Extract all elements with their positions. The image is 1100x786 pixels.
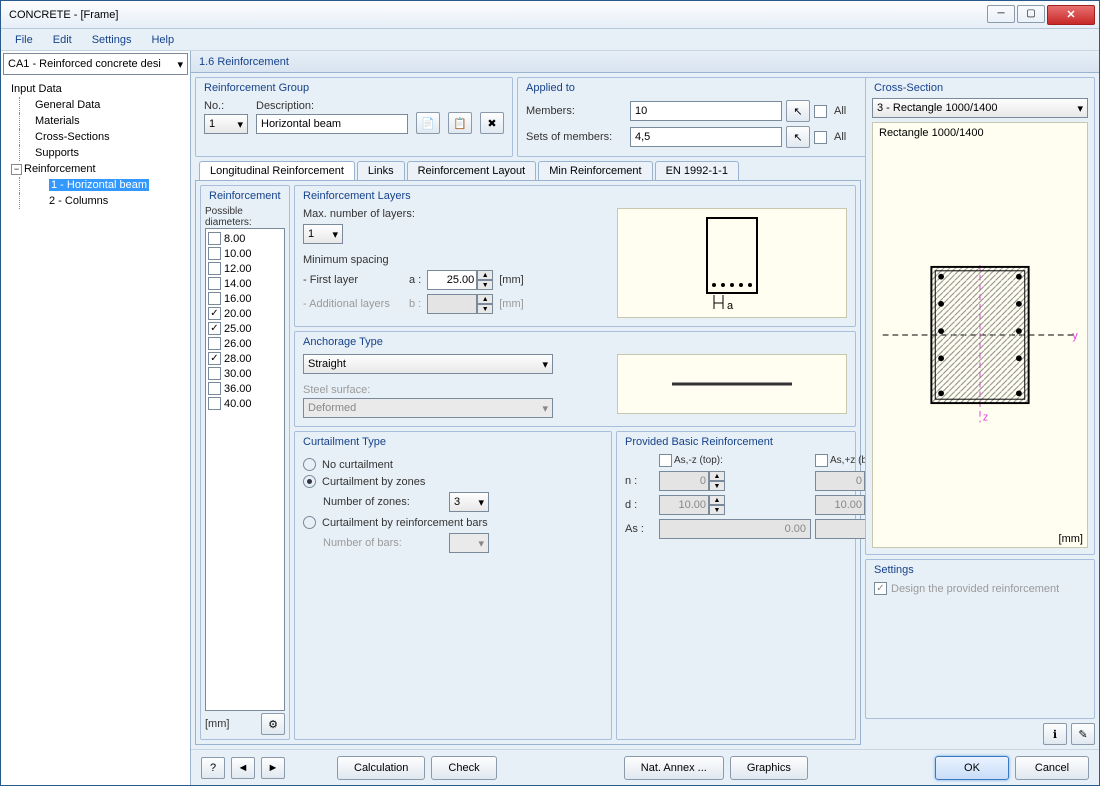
new-icon[interactable]: 📄: [416, 112, 440, 134]
diameter-row[interactable]: 10.00: [208, 246, 282, 261]
minimize-button[interactable]: ─: [987, 5, 1015, 23]
close-button[interactable]: ✕: [1047, 5, 1095, 25]
as-bot-check[interactable]: [815, 454, 828, 467]
all-sets-check[interactable]: [814, 131, 827, 144]
window-title: CONCRETE - [Frame]: [5, 9, 987, 21]
d-top: ▲▼: [659, 495, 811, 515]
cross-section-preview: Rectangle 1000/1400 y z: [872, 122, 1088, 548]
tree-item[interactable]: Supports: [3, 145, 188, 161]
group-title: Reinforcement Group: [204, 82, 309, 94]
page-title: 1.6 Reinforcement: [191, 51, 1099, 73]
nbars-select: [449, 533, 489, 553]
diameter-row[interactable]: 16.00: [208, 291, 282, 306]
cs-info-icon[interactable]: ℹ: [1043, 723, 1067, 745]
tab-min[interactable]: Min Reinforcement: [538, 161, 652, 180]
addl-layer-spacing: ▲▼: [427, 294, 493, 314]
tree-item[interactable]: 2 - Columns: [3, 193, 188, 209]
diameter-row[interactable]: ✓25.00: [208, 321, 282, 336]
diameter-row[interactable]: 30.00: [208, 366, 282, 381]
graphics-button[interactable]: Graphics: [730, 756, 808, 780]
tree-item[interactable]: Materials: [3, 113, 188, 129]
diameter-row[interactable]: 40.00: [208, 396, 282, 411]
diameter-list[interactable]: 8.0010.0012.0014.0016.00✓20.00✓25.0026.0…: [205, 228, 285, 711]
diameter-row[interactable]: 36.00: [208, 381, 282, 396]
tab-layout[interactable]: Reinforcement Layout: [407, 161, 537, 180]
diameter-row[interactable]: 12.00: [208, 261, 282, 276]
as-top-check[interactable]: [659, 454, 672, 467]
diameter-row[interactable]: ✓20.00: [208, 306, 282, 321]
group-no-select[interactable]: 1: [204, 114, 248, 134]
first-layer-spacing[interactable]: ▲▼: [427, 270, 493, 290]
tree-root[interactable]: Input Data: [3, 81, 188, 97]
diameter-row[interactable]: 8.00: [208, 231, 282, 246]
cross-section-select[interactable]: 3 - Rectangle 1000/1400: [872, 98, 1088, 118]
tab-longitudinal[interactable]: Longitudinal Reinforcement: [199, 161, 355, 180]
svg-text:y: y: [1072, 330, 1078, 342]
curt-bars-radio[interactable]: [303, 516, 316, 529]
check-button[interactable]: Check: [431, 756, 496, 780]
diameter-settings-icon[interactable]: ⚙: [261, 713, 285, 735]
ok-button[interactable]: OK: [935, 756, 1009, 780]
help-icon[interactable]: ?: [201, 757, 225, 779]
svg-text:z: z: [983, 412, 988, 424]
menu-file[interactable]: File: [7, 32, 41, 48]
members-input[interactable]: [630, 101, 782, 121]
tree-item[interactable]: General Data: [3, 97, 188, 113]
diameter-row[interactable]: ✓28.00: [208, 351, 282, 366]
applied-title: Applied to: [526, 82, 575, 94]
calculation-button[interactable]: Calculation: [337, 756, 425, 780]
pick-sets-icon[interactable]: ↖: [786, 126, 810, 148]
diameter-row[interactable]: 26.00: [208, 336, 282, 351]
n-top: ▲▼: [659, 471, 811, 491]
pick-members-icon[interactable]: ↖: [786, 100, 810, 122]
nav-tree: Input Data General Data Materials Cross-…: [1, 77, 190, 785]
copy-icon[interactable]: 📋: [448, 112, 472, 134]
design-provided-check: ✓: [874, 582, 887, 595]
curt-none-radio[interactable]: [303, 458, 316, 471]
next-icon[interactable]: ►: [261, 757, 285, 779]
tab-en1992[interactable]: EN 1992-1-1: [655, 161, 739, 180]
tree-reinforcement[interactable]: −Reinforcement: [3, 161, 188, 177]
steel-surface-select: Deformed: [303, 398, 553, 418]
max-layers-select[interactable]: 1: [303, 224, 343, 244]
cs-edit-icon[interactable]: ✎: [1071, 723, 1095, 745]
delete-icon[interactable]: ✖: [480, 112, 504, 134]
sets-input[interactable]: [630, 127, 782, 147]
menu-edit[interactable]: Edit: [45, 32, 80, 48]
nat-annex-button[interactable]: Nat. Annex ...: [624, 756, 724, 780]
tab-links[interactable]: Links: [357, 161, 405, 180]
menu-settings[interactable]: Settings: [84, 32, 140, 48]
diameter-row[interactable]: 14.00: [208, 276, 282, 291]
maximize-button[interactable]: ▢: [1017, 5, 1045, 23]
group-desc-input[interactable]: [256, 114, 408, 134]
cancel-button[interactable]: Cancel: [1015, 756, 1089, 780]
as-top-val: [659, 519, 811, 539]
anchorage-preview: [617, 354, 847, 414]
all-members-check[interactable]: [814, 105, 827, 118]
anchorage-type-select[interactable]: Straight: [303, 354, 553, 374]
tree-item[interactable]: Cross-Sections: [3, 129, 188, 145]
svg-text:a: a: [727, 300, 734, 312]
layers-preview: a: [617, 208, 847, 318]
menu-help[interactable]: Help: [143, 32, 182, 48]
prev-icon[interactable]: ◄: [231, 757, 255, 779]
tree-item-selected[interactable]: 1 - Horizontal beam: [49, 179, 149, 191]
nzones-select[interactable]: 3: [449, 492, 489, 512]
curt-zones-radio[interactable]: [303, 475, 316, 488]
case-combo[interactable]: CA1 - Reinforced concrete desi: [3, 53, 188, 75]
